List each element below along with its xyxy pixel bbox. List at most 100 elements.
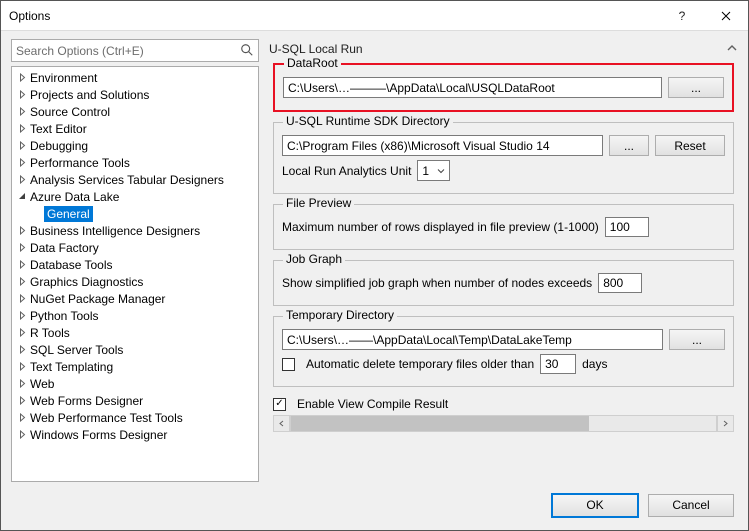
dataroot-legend: DataRoot (284, 56, 341, 70)
chevron-right-icon[interactable] (16, 260, 28, 269)
scroll-left-icon[interactable] (273, 415, 290, 432)
chevron-down-icon[interactable] (16, 192, 28, 201)
tree-item-analysis-services-tabular-designers[interactable]: Analysis Services Tabular Designers (12, 171, 258, 188)
runtime-browse-button[interactable]: ... (609, 135, 649, 156)
auto-delete-label-post: days (582, 357, 607, 371)
runtime-reset-button[interactable]: Reset (655, 135, 725, 156)
temp-dir-browse-button[interactable]: ... (669, 329, 725, 350)
tree-item-label: Performance Tools (28, 156, 132, 170)
scroll-thumb[interactable] (291, 416, 589, 431)
scroll-right-icon[interactable] (717, 415, 734, 432)
tree-item-data-factory[interactable]: Data Factory (12, 239, 258, 256)
tree-item-label: Graphics Diagnostics (28, 275, 145, 289)
dataroot-group: DataRoot C:\Users\…———\AppData\Local\USQ… (273, 63, 734, 112)
close-button[interactable] (704, 1, 748, 31)
auto-delete-days-input[interactable]: 30 (540, 354, 576, 374)
tree-item-label: Database Tools (28, 258, 115, 272)
tree-item-label: Web (28, 377, 56, 391)
tree-item-label: Environment (28, 71, 99, 85)
chevron-right-icon[interactable] (16, 107, 28, 116)
chevron-right-icon[interactable] (16, 362, 28, 371)
scroll-track[interactable] (290, 415, 717, 432)
tree-item-label: Projects and Solutions (28, 88, 151, 102)
enable-compile-label: Enable View Compile Result (297, 397, 448, 411)
options-tree[interactable]: Environment Projects and SolutionsSource … (11, 66, 259, 482)
tree-item-label: Text Templating (28, 360, 115, 374)
tree-item-label: Azure Data Lake (28, 190, 121, 204)
chevron-right-icon[interactable] (16, 226, 28, 235)
temp-dir-input[interactable]: C:\Users\…——\AppData\Local\Temp\DataLake… (282, 329, 663, 350)
tree-item-source-control[interactable]: Source Control (12, 103, 258, 120)
job-graph-input[interactable]: 800 (598, 273, 642, 293)
file-preview-group: File Preview Maximum number of rows disp… (273, 204, 734, 250)
job-graph-label: Show simplified job graph when number of… (282, 276, 592, 290)
tree-item-projects-and-solutions[interactable]: Projects and Solutions (12, 86, 258, 103)
tree-item-general[interactable]: General (12, 205, 258, 222)
chevron-down-icon (437, 164, 445, 178)
chevron-right-icon[interactable] (16, 175, 28, 184)
section-heading: U-SQL Local Run (269, 42, 363, 56)
chevron-right-icon[interactable] (16, 277, 28, 286)
runtime-input[interactable]: C:\Program Files (x86)\Microsoft Visual … (282, 135, 603, 156)
tree-item-web[interactable]: Web (12, 375, 258, 392)
enable-compile-checkbox[interactable] (273, 398, 286, 411)
analytics-unit-value: 1 (422, 164, 429, 178)
chevron-right-icon[interactable] (16, 430, 28, 439)
file-preview-input[interactable]: 100 (605, 217, 649, 237)
tree-item-business-intelligence-designers[interactable]: Business Intelligence Designers (12, 222, 258, 239)
cancel-button[interactable]: Cancel (648, 494, 734, 517)
tree-item-sql-server-tools[interactable]: SQL Server Tools (12, 341, 258, 358)
chevron-right-icon[interactable] (16, 294, 28, 303)
chevron-right-icon[interactable] (16, 413, 28, 422)
dataroot-browse-button[interactable]: ... (668, 77, 724, 98)
analytics-unit-dropdown[interactable]: 1 (417, 160, 450, 181)
chevron-right-icon[interactable] (16, 90, 28, 99)
horizontal-scrollbar[interactable] (273, 415, 734, 432)
chevron-right-icon[interactable] (16, 243, 28, 252)
chevron-right-icon[interactable] (16, 328, 28, 337)
chevron-right-icon[interactable] (16, 345, 28, 354)
chevron-right-icon[interactable] (16, 141, 28, 150)
tree-item-web-forms-designer[interactable]: Web Forms Designer (12, 392, 258, 409)
tree-item-label: Data Factory (28, 241, 101, 255)
ok-button[interactable]: OK (552, 494, 638, 517)
tree-item-label: Windows Forms Designer (28, 428, 169, 442)
tree-item-label: Analysis Services Tabular Designers (28, 173, 226, 187)
tree-item-python-tools[interactable]: Python Tools (12, 307, 258, 324)
tree-item-r-tools[interactable]: R Tools (12, 324, 258, 341)
job-graph-group: Job Graph Show simplified job graph when… (273, 260, 734, 306)
chevron-right-icon[interactable] (16, 124, 28, 133)
chevron-right-icon[interactable] (16, 396, 28, 405)
auto-delete-checkbox[interactable] (282, 358, 295, 371)
search-input[interactable]: Search Options (Ctrl+E) (11, 39, 259, 62)
analytics-unit-label: Local Run Analytics Unit (282, 164, 411, 178)
chevron-right-icon[interactable] (16, 379, 28, 388)
file-preview-legend: File Preview (283, 196, 354, 210)
tree-item-web-performance-test-tools[interactable]: Web Performance Test Tools (12, 409, 258, 426)
close-icon (721, 11, 731, 21)
search-icon[interactable] (240, 43, 254, 60)
search-placeholder: Search Options (Ctrl+E) (16, 44, 144, 58)
tree-item-label: Web Forms Designer (28, 394, 145, 408)
chevron-right-icon[interactable] (16, 311, 28, 320)
chevron-right-icon[interactable] (16, 73, 28, 82)
tree-item-windows-forms-designer[interactable]: Windows Forms Designer (12, 426, 258, 443)
tree-item-nuget-package-manager[interactable]: NuGet Package Manager (12, 290, 258, 307)
tree-item-environment[interactable]: Environment (12, 69, 258, 86)
tree-item-database-tools[interactable]: Database Tools (12, 256, 258, 273)
tree-item-azure-data-lake[interactable]: Azure Data Lake (12, 188, 258, 205)
tree-item-debugging[interactable]: Debugging (12, 137, 258, 154)
tree-item-graphics-diagnostics[interactable]: Graphics Diagnostics (12, 273, 258, 290)
tree-item-text-templating[interactable]: Text Templating (12, 358, 258, 375)
right-pane: U-SQL Local Run DataRoot C:\Users\…———\A… (269, 39, 738, 482)
left-pane: Search Options (Ctrl+E) Environment Proje… (11, 39, 259, 482)
chevron-right-icon[interactable] (16, 158, 28, 167)
job-graph-legend: Job Graph (283, 252, 345, 266)
options-dialog: Options ? Search Options (Ctrl+E) Enviro… (0, 0, 749, 531)
help-button[interactable]: ? (660, 1, 704, 31)
tree-item-label: R Tools (28, 326, 72, 340)
tree-item-performance-tools[interactable]: Performance Tools (12, 154, 258, 171)
tree-item-text-editor[interactable]: Text Editor (12, 120, 258, 137)
dataroot-input[interactable]: C:\Users\…———\AppData\Local\USQLDataRoot (283, 77, 662, 98)
titlebar: Options ? (1, 1, 748, 31)
